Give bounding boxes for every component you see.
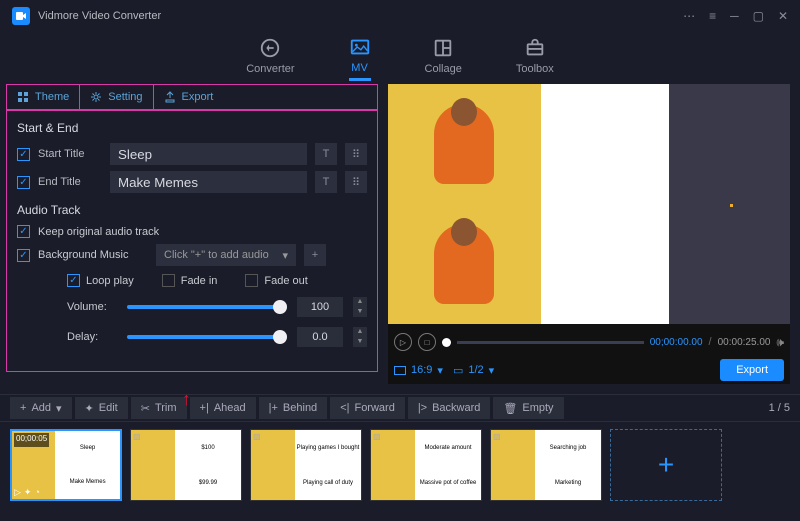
- delay-label: Delay:: [67, 331, 117, 343]
- export-icon: [164, 91, 176, 103]
- app-title: Vidmore Video Converter: [38, 10, 683, 22]
- aspect-ratio-button[interactable]: 16:9 ▾: [394, 364, 443, 377]
- tab-theme[interactable]: Theme: [7, 85, 79, 109]
- fadeout-checkbox[interactable]: ✓: [245, 274, 258, 287]
- minimize-button[interactable]: ─: [730, 9, 739, 23]
- volume-slider[interactable]: [127, 305, 287, 309]
- add-button[interactable]: + Add ▾: [10, 397, 72, 419]
- keep-audio-label: Keep original audio track: [38, 226, 159, 238]
- thumb-trim-icon[interactable]: ◔: [34, 487, 39, 498]
- add-audio-button[interactable]: +: [304, 244, 326, 266]
- start-title-label: Start Title: [38, 148, 102, 160]
- app-logo-icon: [12, 7, 30, 25]
- converter-icon: [259, 37, 281, 59]
- thumbnail-item[interactable]: ▧Searching jobMarketing: [490, 429, 602, 501]
- end-title-label: End Title: [38, 176, 102, 188]
- loop-checkbox[interactable]: ✓: [67, 274, 80, 287]
- end-title-expand-button[interactable]: ⠿: [345, 171, 367, 193]
- delay-slider[interactable]: [127, 335, 287, 339]
- playhead[interactable]: [442, 338, 451, 347]
- total-time: 00:00:25.00: [718, 337, 771, 348]
- start-title-checkbox[interactable]: ✓: [17, 148, 30, 161]
- volume-icon[interactable]: 🕪: [776, 335, 784, 350]
- nav-mv[interactable]: MV: [349, 36, 371, 81]
- screen-button[interactable]: ▭ 1/2 ▾: [453, 364, 494, 377]
- thumbnail-item[interactable]: ▧$100$99.99: [130, 429, 242, 501]
- volume-label: Volume:: [67, 301, 117, 313]
- trim-button[interactable]: ✂ Trim: [131, 397, 187, 419]
- nav-collage[interactable]: Collage: [425, 37, 462, 79]
- behind-button[interactable]: |+ Behind: [259, 397, 328, 419]
- collage-icon: [432, 37, 454, 59]
- page-indicator: 1 / 5: [769, 402, 790, 414]
- start-title-input[interactable]: [110, 143, 307, 165]
- fadein-checkbox[interactable]: ✓: [162, 274, 175, 287]
- ahead-button[interactable]: +| Ahead: [190, 397, 256, 419]
- thumbnail-item[interactable]: 00;00:05✕ SleepMake Memes ▷✦◔: [10, 429, 122, 501]
- thumbnail-strip: 00;00:05✕ SleepMake Memes ▷✦◔ ▧$100$99.9…: [0, 422, 800, 508]
- end-title-checkbox[interactable]: ✓: [17, 176, 30, 189]
- export-button[interactable]: Export: [720, 359, 784, 381]
- empty-button[interactable]: 🗑 Empty: [493, 397, 563, 419]
- bg-music-checkbox[interactable]: ✓: [17, 249, 30, 262]
- mv-icon: [349, 36, 371, 58]
- close-button[interactable]: ✕: [778, 9, 788, 23]
- tab-export[interactable]: Export: [154, 85, 224, 109]
- feedback-icon[interactable]: ⋯: [683, 9, 695, 23]
- end-title-input[interactable]: [110, 171, 307, 193]
- stop-button[interactable]: □: [418, 333, 436, 351]
- thumb-edit-icon[interactable]: ✦: [24, 487, 32, 498]
- volume-value: 100: [297, 297, 343, 317]
- toolbox-icon: [524, 37, 546, 59]
- backward-button[interactable]: |> Backward: [408, 397, 491, 419]
- gear-icon: [90, 91, 102, 103]
- tab-setting[interactable]: Setting: [79, 85, 153, 109]
- thumbnail-item[interactable]: ▧Playing games I boughtPlaying call of d…: [250, 429, 362, 501]
- section-startend: Start & End: [17, 121, 367, 135]
- delay-value: 0.0: [297, 327, 343, 347]
- timeline-track[interactable]: [457, 341, 644, 344]
- grid-icon: [17, 91, 29, 103]
- thumb-play-icon[interactable]: ▷: [14, 487, 21, 498]
- end-title-font-button[interactable]: T: [315, 171, 337, 193]
- thumbnail-item[interactable]: ▧Moderate amountMassive pot of coffee: [370, 429, 482, 501]
- volume-down-button[interactable]: ▼: [353, 307, 367, 317]
- nav-converter[interactable]: Converter: [246, 37, 294, 79]
- nav-toolbox[interactable]: Toolbox: [516, 37, 554, 79]
- menu-icon[interactable]: ≡: [709, 9, 716, 23]
- current-time: 00;00:00.00: [650, 337, 703, 348]
- delay-up-button[interactable]: ▲: [353, 327, 367, 337]
- add-thumbnail-button[interactable]: +: [610, 429, 722, 501]
- chevron-down-icon: ▾: [282, 249, 288, 262]
- delay-down-button[interactable]: ▼: [353, 337, 367, 347]
- bg-music-label: Background Music: [38, 249, 148, 261]
- remove-thumb-button[interactable]: ✕: [104, 433, 118, 447]
- forward-button[interactable]: <| Forward: [330, 397, 405, 419]
- arrow-annotation: ↑: [182, 389, 191, 410]
- maximize-button[interactable]: ▢: [753, 9, 764, 23]
- play-button[interactable]: ▷: [394, 333, 412, 351]
- start-title-font-button[interactable]: T: [315, 143, 337, 165]
- preview-panel: ▷ □ 00;00:00.00/00:00:25.00 🕪 16:9 ▾ ▭ 1…: [388, 84, 790, 384]
- volume-up-button[interactable]: ▲: [353, 297, 367, 307]
- start-title-expand-button[interactable]: ⠿: [345, 143, 367, 165]
- preview-image: [388, 84, 790, 324]
- section-audio: Audio Track: [17, 203, 367, 217]
- edit-button[interactable]: ✦ Edit: [75, 397, 128, 419]
- bg-music-dropdown[interactable]: Click "+" to add audio▾: [156, 244, 296, 266]
- keep-audio-checkbox[interactable]: ✓: [17, 225, 30, 238]
